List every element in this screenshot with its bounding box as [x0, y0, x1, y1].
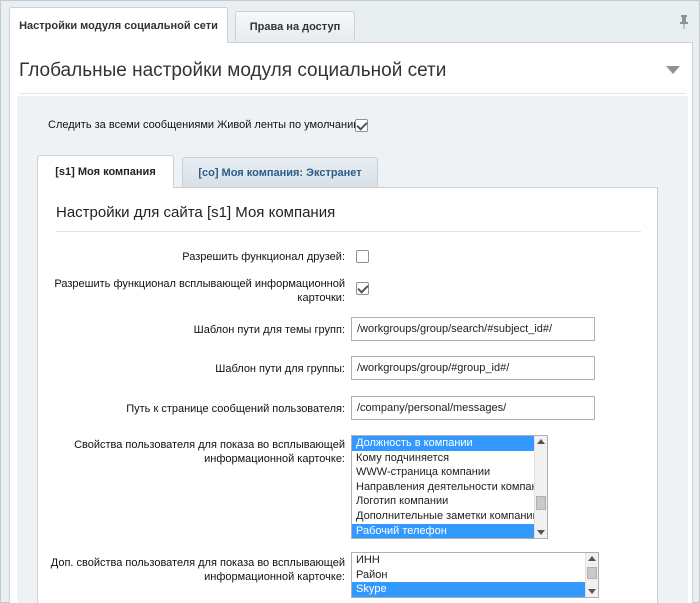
popup-card-label-line2: карточки: [297, 292, 345, 304]
extra-props-label-line1: Доп. свойства пользователя для показа во… [50, 557, 345, 569]
site-settings-panel: Настройки для сайта [s1] Моя компания Ра… [37, 187, 658, 603]
scroll-down-icon[interactable] [537, 530, 545, 535]
listbox-scrollbar[interactable] [585, 553, 598, 597]
tab-label: [s1] Моя компания [55, 166, 156, 178]
extra-props-listbox[interactable]: ИНН Район Skype [351, 552, 599, 598]
extra-props-label-line2: информационной карточке: [204, 571, 345, 583]
popup-card-label: Разрешить функционал всплывающей информа… [38, 277, 345, 305]
group-path-label: Шаблон пути для группы: [215, 363, 345, 375]
settings-window: Настройки модуля социальной сети Права н… [0, 0, 700, 603]
scroll-up-icon[interactable] [588, 556, 596, 561]
extra-props-label: Доп. свойства пользователя для показа во… [38, 556, 345, 584]
tab-label: Права на доступ [249, 20, 341, 33]
tab-access-rights[interactable]: Права на доступ [235, 11, 355, 41]
user-props-label-line1: Свойства пользователя для показа во вспл… [74, 439, 345, 451]
list-option[interactable]: Направления деятельности компании [352, 480, 547, 495]
list-option[interactable]: Район [352, 568, 598, 583]
scroll-thumb[interactable] [587, 567, 597, 579]
divider [56, 231, 641, 232]
user-props-label: Свойства пользователя для показа во вспл… [38, 438, 345, 466]
follow-all-label: Следить за всеми сообщениями Живой ленты… [48, 119, 365, 131]
tab-label: [co] Моя компания: Экстранет [198, 166, 362, 179]
list-option[interactable]: WWW-страница компании [352, 465, 547, 480]
popup-card-label-line1: Разрешить функционал всплывающей информа… [54, 278, 345, 290]
list-option[interactable]: Логотип компании [352, 494, 547, 509]
listbox-scrollbar[interactable] [534, 436, 547, 538]
tab-social-network-settings[interactable]: Настройки модуля социальной сети [9, 7, 228, 43]
chevron-down-icon[interactable] [666, 66, 680, 74]
friends-checkbox[interactable] [356, 250, 369, 263]
scroll-down-icon[interactable] [588, 589, 596, 594]
group-topic-path-input[interactable] [351, 317, 595, 341]
scroll-thumb[interactable] [536, 496, 546, 510]
group-path-input[interactable] [351, 356, 595, 380]
list-option[interactable]: Должность в компании [352, 436, 547, 451]
site-title: Настройки для сайта [s1] Моя компания [56, 204, 336, 221]
tab-site-s1[interactable]: [s1] Моя компания [37, 155, 174, 188]
pin-icon[interactable] [679, 15, 689, 29]
tab-label: Настройки модуля социальной сети [19, 19, 218, 32]
friends-label: Разрешить функционал друзей: [182, 251, 345, 263]
list-option[interactable]: Skype [352, 582, 598, 597]
follow-all-checkbox[interactable] [355, 119, 368, 132]
messages-path-label: Путь к странице сообщений пользователя: [126, 403, 345, 415]
scroll-up-icon[interactable] [537, 439, 545, 444]
user-props-label-line2: информационной карточке: [204, 453, 345, 465]
divider [19, 93, 686, 94]
messages-path-input[interactable] [351, 396, 595, 420]
tab-site-co[interactable]: [co] Моя компания: Экстранет [182, 157, 378, 187]
list-option[interactable]: ИНН [352, 553, 598, 568]
group-topic-path-label: Шаблон пути для темы групп: [193, 324, 345, 336]
list-option[interactable]: Дополнительные заметки компании [352, 509, 547, 524]
section-title: Глобальные настройки модуля социальной с… [19, 60, 447, 81]
list-option[interactable]: Рабочий телефон [352, 523, 547, 538]
popup-card-checkbox[interactable] [356, 282, 369, 295]
user-props-listbox[interactable]: Должность в компании Кому подчиняется WW… [351, 435, 548, 539]
list-option[interactable]: Кому подчиняется [352, 451, 547, 466]
